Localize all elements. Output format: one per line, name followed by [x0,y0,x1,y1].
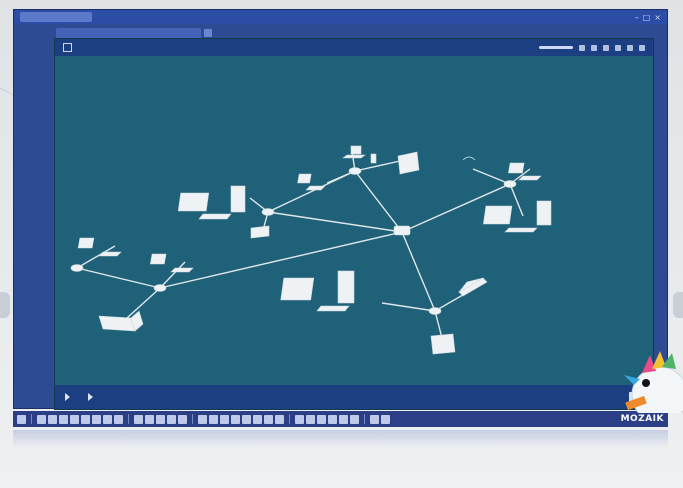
lesson-header [55,39,653,56]
shape-icon[interactable] [264,414,273,424]
laptop-icon [458,277,488,297]
printer-icon [430,333,456,355]
fullscreen-icon[interactable] [627,44,633,51]
open-icon[interactable] [48,414,57,424]
protractor-icon[interactable] [306,414,315,424]
highlight-icon[interactable] [178,414,187,424]
switch-icon [70,264,84,272]
window-controls: – □ × [635,13,661,22]
desktop-icon [483,200,552,233]
camera-icon[interactable] [328,414,337,424]
pointer-icon[interactable] [134,414,143,424]
tab-close-icon[interactable] [204,29,212,37]
devices [77,145,552,355]
right-scroll-handle[interactable] [673,292,683,318]
laptop-icon [98,310,144,332]
zoom-slider[interactable] [539,46,573,49]
separator [192,414,193,424]
play-icon [65,393,70,401]
wifi-icon [462,156,476,161]
pen-icon[interactable] [209,414,218,424]
ruler-icon[interactable] [295,414,304,424]
network-diagram [70,145,552,355]
laptop-icon [149,253,194,273]
switch-icon [153,284,167,292]
footer-play-1[interactable] [65,393,74,401]
media-icon[interactable] [339,414,348,424]
copy-icon[interactable] [92,414,101,424]
save-icon[interactable] [59,414,68,424]
switch-icon [348,167,362,175]
desktop-icon [280,270,355,312]
zoom-icon[interactable] [145,414,154,424]
main-toolbar: MOZAIK [13,411,668,427]
printer-icon [397,151,420,175]
printer-icon [250,225,270,239]
toolbar-reflection [13,430,668,448]
phone-icon [370,153,377,164]
image-icon[interactable] [591,44,597,51]
redo-icon[interactable] [81,414,90,424]
web-icon[interactable] [350,414,359,424]
paste-icon[interactable] [114,414,123,424]
eraser-icon[interactable] [242,414,251,424]
new-page-icon[interactable] [37,414,46,424]
separator [31,414,32,424]
mascot-graphic [624,351,683,413]
edit-icon[interactable] [603,44,609,51]
desktop-icon [177,185,246,220]
maximize-icon[interactable]: □ [643,13,651,22]
help-icon[interactable] [381,414,390,424]
text-icon[interactable] [275,414,284,424]
separator [128,414,129,424]
expand-icon[interactable] [63,43,72,52]
left-scroll-handle[interactable] [0,292,10,318]
marker-icon[interactable] [231,414,240,424]
laptop-icon [297,173,326,191]
cut-icon[interactable] [103,414,112,424]
header-tools [539,44,645,51]
play-icon [88,393,93,401]
grid-icon[interactable] [615,44,621,51]
crop-icon[interactable] [156,414,165,424]
smartboard-frame: – □ × [13,9,668,410]
switch-icon [261,208,275,216]
close-icon[interactable]: × [654,13,661,22]
mozaik-logo: MOZAIK [620,414,664,424]
line-icon[interactable] [253,414,262,424]
board-tab[interactable] [20,12,92,22]
board-titlebar: – □ × [14,10,667,24]
search-icon[interactable] [167,414,176,424]
separator [289,414,290,424]
close-lesson-icon[interactable] [639,44,645,51]
lesson-footer [55,385,653,409]
laptop-icon [342,145,366,159]
compass-icon[interactable] [317,414,326,424]
minimize-icon[interactable]: – [635,13,639,22]
network-canvas [55,56,653,386]
lesson-window [54,38,654,410]
pen-icon[interactable] [220,414,229,424]
menu-icon[interactable] [17,414,26,424]
switch-icon [503,180,517,188]
pen-icon[interactable] [198,414,207,424]
laptop-icon [508,162,542,181]
settings-icon[interactable] [370,414,379,424]
footer-play-2[interactable] [88,393,97,401]
separator [364,414,365,424]
undo-icon[interactable] [70,414,79,424]
switch-icon [428,307,442,315]
settings-icon[interactable] [579,44,585,51]
router-icon [393,225,411,236]
